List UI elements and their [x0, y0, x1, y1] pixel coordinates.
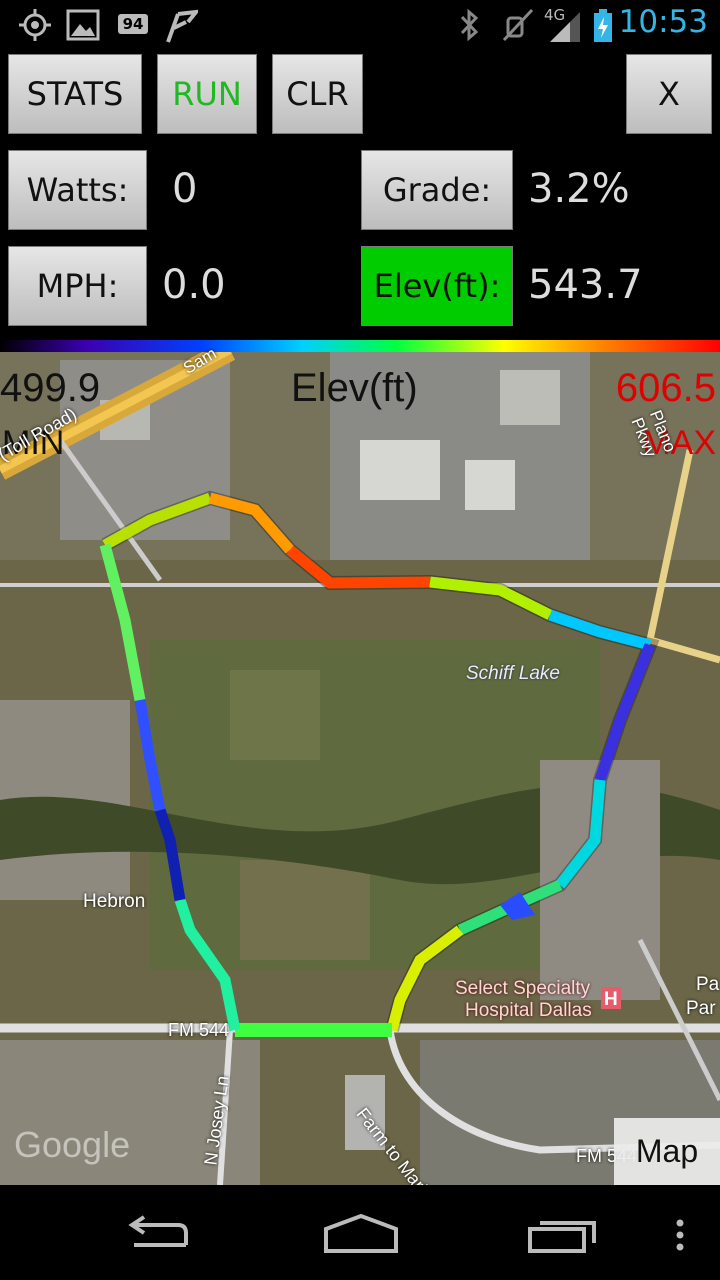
gps-icon	[19, 9, 51, 41]
clock: 10:53	[618, 4, 708, 40]
schiff-lake-label: Schiff Lake	[466, 663, 560, 684]
map-type-button[interactable]: Map	[614, 1118, 720, 1185]
stats-button[interactable]: STATS	[8, 54, 142, 134]
chart-title: Elev(ft)	[291, 366, 418, 410]
mph-value: 0.0	[162, 262, 226, 308]
mute-icon	[502, 8, 534, 42]
run-button[interactable]: RUN	[157, 54, 257, 134]
watts-button[interactable]: Watts:	[8, 150, 147, 230]
bluetooth-icon	[460, 8, 479, 42]
hebron-label: Hebron	[83, 891, 146, 912]
hospital-label-line1: Select Specialty	[455, 978, 591, 999]
fm544-label-left: FM 544	[168, 1020, 230, 1040]
grade-button[interactable]: Grade:	[361, 150, 513, 230]
navigation-bar	[0, 1185, 720, 1280]
notification-badge: 94	[118, 14, 148, 34]
battery-charging-icon	[594, 9, 612, 42]
elevation-value: 543.7	[528, 262, 643, 308]
watts-value: 0	[172, 166, 198, 212]
signal-icon	[550, 12, 580, 42]
overflow-menu-icon[interactable]	[674, 1218, 686, 1252]
clear-button[interactable]: CLR	[272, 54, 363, 134]
close-button[interactable]: X	[626, 54, 712, 134]
home-icon[interactable]	[322, 1213, 400, 1255]
status-bar: 94 4G 10:53	[0, 0, 720, 50]
elevation-button[interactable]: Elev(ft):	[361, 246, 513, 326]
edge-label-1: Pa	[696, 974, 720, 995]
mph-button[interactable]: MPH:	[8, 246, 147, 326]
tool-icon	[166, 9, 198, 43]
image-icon	[66, 9, 100, 41]
google-attribution: Google	[14, 1124, 131, 1165]
grade-value: 3.2%	[528, 166, 630, 212]
min-elevation-value: 499.9	[0, 366, 101, 410]
edge-label-2: Par	[686, 998, 716, 1019]
hospital-label-line2: Hospital Dallas	[465, 1000, 592, 1021]
back-icon[interactable]	[124, 1215, 194, 1255]
map-view[interactable]: H 499.9 MIN Elev(ft) 606.5 MAX Schiff La…	[0, 340, 720, 1185]
svg-text:H: H	[604, 989, 618, 1010]
max-elevation-value: 606.5	[615, 366, 716, 410]
satellite-map: H	[0, 340, 720, 1185]
recent-apps-icon[interactable]	[526, 1215, 598, 1255]
